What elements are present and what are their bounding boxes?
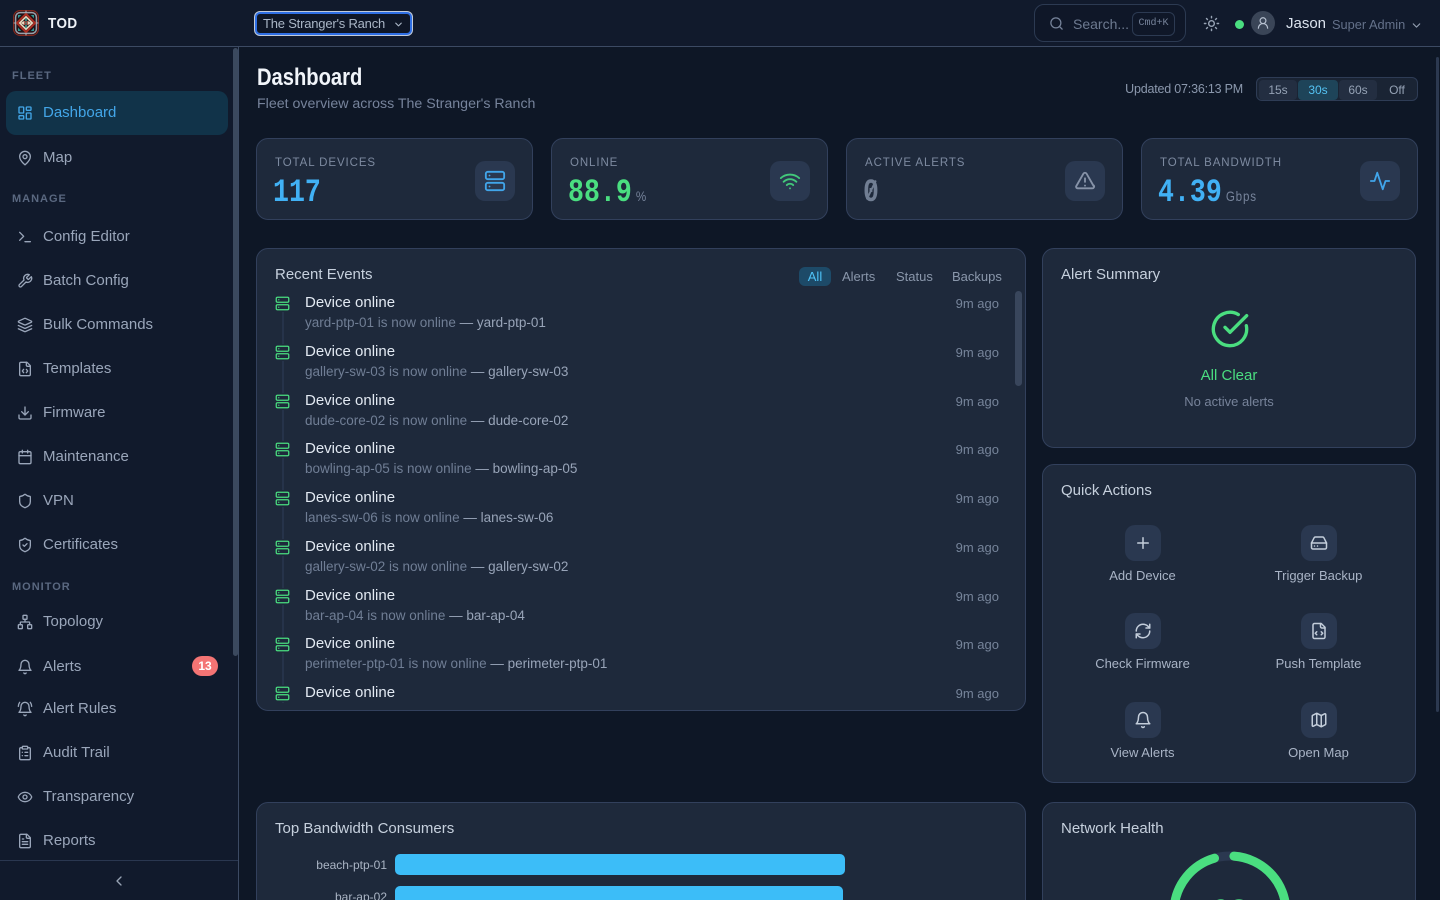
- svg-text:98: 98: [1212, 895, 1248, 900]
